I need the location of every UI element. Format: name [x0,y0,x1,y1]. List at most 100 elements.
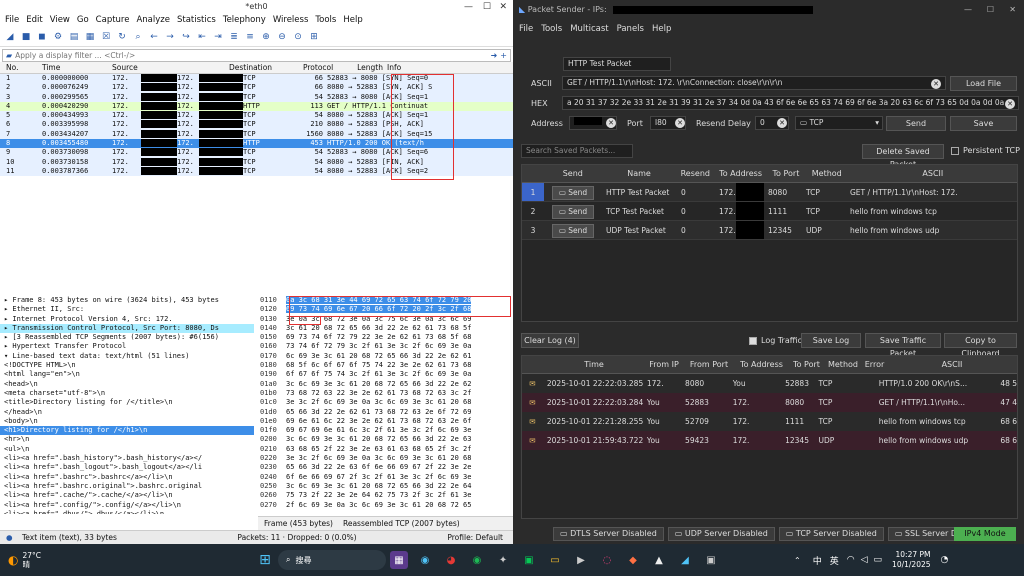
hex-row[interactable]: 0260 75 73 2f 22 3e 2e 64 62 75 73 2f 3c … [258,491,513,500]
save-button[interactable]: Save [950,116,1017,131]
shark-fin-icon[interactable]: ◢ [4,31,16,43]
detail-tree-item[interactable]: ▸ Hypertext Transfer Protocol [0,342,254,351]
resize-columns-icon[interactable]: ⊞ [308,31,320,43]
saved-header-resend[interactable]: Resend [676,165,714,182]
log-traffic-checkbox[interactable] [749,337,757,345]
first-packet-icon[interactable]: ⇤ [196,31,208,43]
weather-icon[interactable]: ◐ [8,553,18,567]
saved-packet-row[interactable]: 1 ▭ Send HTTP Test Packet 0 172. 8080 TCP GET /… [522,183,1017,202]
hex-row[interactable]: 01c0 3e 3c 2f 6c 69 3e 0a 3c 6c 69 3e 3c … [258,398,513,407]
widgets-icon[interactable]: ▦ [390,551,409,569]
goto-packet-icon[interactable]: ↪ [180,31,192,43]
detail-tree-item[interactable]: <!DOCTYPE HTML>\n [0,361,254,370]
detail-tree-item[interactable]: <li><a href=".bash_logout">.bash_logout<… [0,463,254,472]
tray-chevron-icon[interactable]: ⌃ [794,556,801,565]
terminal-2-icon[interactable]: ▣ [702,551,720,569]
menu-tools[interactable]: Tools [315,14,336,27]
hex-row[interactable]: 0150 69 73 74 6f 72 79 22 3e 2e 62 61 73 … [258,333,513,342]
detail-tree-item[interactable]: <li><a href=".cache/">.cache/</a></li>\n [0,491,254,500]
detail-tree-item[interactable]: <meta charset="utf-8">\n [0,389,254,398]
clear-hex-icon[interactable]: ✕ [1005,99,1015,109]
minimize-icon[interactable]: — [964,0,972,20]
saved-header-send[interactable]: Send [544,165,602,182]
last-packet-icon[interactable]: ⇥ [212,31,224,43]
stop-capture-icon[interactable]: ■ [20,31,32,43]
menu-telephony[interactable]: Telephony [223,14,266,27]
log-header-from-port[interactable]: From Port [684,356,734,373]
menu-file[interactable]: File [5,14,19,27]
maximize-icon[interactable]: ☐ [987,0,994,20]
close-file-icon[interactable]: ☒ [100,31,112,43]
hex-row[interactable]: 01b0 73 68 72 63 22 3e 2e 62 61 73 68 72 … [258,389,513,398]
detail-tree-item[interactable]: ▸ [3 Reassembled TCP Segments (2007 byte… [0,333,254,342]
options-gear-icon[interactable]: ⚙ [52,31,64,43]
restart-capture-icon[interactable]: ◼ [36,31,48,43]
server-status-tcp[interactable]: ▭ TCP Server Disabled [778,527,884,541]
log-header-error[interactable]: Error [862,356,887,373]
clock-date[interactable]: 10/1/2025 [892,560,930,570]
server-status-dtls[interactable]: ▭ DTLS Server Disabled [553,527,664,541]
saved-send-button[interactable]: ▭ Send [551,186,595,200]
copilot-icon[interactable]: ✦ [494,551,512,569]
log-header-to-address[interactable]: To Address [734,356,789,373]
menu-wireless[interactable]: Wireless [273,14,309,27]
battery-icon[interactable]: ▭ [874,555,883,565]
autoscroll-icon[interactable]: ≣ [228,31,240,43]
send-button[interactable]: Send [886,116,946,131]
linux-tux-icon[interactable]: ▲ [650,551,668,569]
detail-tree-item[interactable]: </head>\n [0,408,254,417]
save-file-icon[interactable]: ▦ [84,31,96,43]
hex-input[interactable]: a 20 31 37 32 2e 33 31 2e 31 39 31 2e 37… [562,96,1019,110]
detail-tree-item[interactable]: ▾ Line-based text data: text/html (51 li… [0,352,254,361]
hex-row[interactable]: 01d0 65 66 3d 22 2e 62 61 73 68 72 63 2e … [258,408,513,417]
hex-row[interactable]: 0220 3e 3c 2f 6c 69 3e 0a 3c 6c 69 3e 3c … [258,454,513,463]
save-log-button[interactable]: Save Log [801,333,861,348]
persistent-tcp-checkbox[interactable] [951,147,959,155]
clear-address-icon[interactable]: ✕ [606,118,616,128]
edge-browser-icon[interactable]: ◉ [416,551,434,569]
saved-header-to-port[interactable]: To Port [767,165,805,182]
server-status-udp[interactable]: ▭ UDP Server Disabled [667,527,775,541]
detail-tree-item[interactable]: <ul>\n [0,445,254,454]
status-profile[interactable]: Profile: Default [382,531,513,544]
hex-row[interactable]: 01e0 69 6e 61 6c 22 3e 2e 62 61 73 68 72 … [258,417,513,426]
notification-bell-icon[interactable]: ◔ [941,555,949,565]
line-icon[interactable]: ▣ [520,551,538,569]
ascii-input[interactable]: GET / HTTP/1.1\r\nHost: 172. \r\nConnect… [562,76,946,90]
ps-menu-multicast[interactable]: Multicast [570,20,608,38]
hex-row[interactable]: 01f0 69 67 69 6e 61 6c 3c 2f 61 3e 3c 2f … [258,426,513,435]
zoom-in-icon[interactable]: ⊕ [260,31,272,43]
detail-tree-item[interactable]: ▸ Ethernet II, Src: [0,305,254,314]
detail-tree-item[interactable]: <li><a href=".bashrc.original">.bashrc.o… [0,482,254,491]
status-ready-icon[interactable]: ● [0,531,22,544]
apply-filter-arrow-icon[interactable]: ➜ [491,51,498,60]
log-header-method[interactable]: Method [824,356,862,373]
log-header-from-ip[interactable]: From IP [644,356,684,373]
zoom-reset-icon[interactable]: ⊙ [292,31,304,43]
clear-resend-icon[interactable]: ✕ [777,118,787,128]
packet-name-field[interactable]: HTTP Test Packet [563,57,671,71]
copy-to-clipboard-button[interactable]: Copy to Clipboard [944,333,1017,358]
hex-row[interactable]: 0140 3c 61 20 68 72 65 66 3d 22 2e 62 61 … [258,324,513,333]
close-icon[interactable]: ✕ [499,0,507,14]
reload-icon[interactable]: ↻ [116,31,128,43]
clear-log-button[interactable]: Clear Log (4) [521,333,579,348]
load-file-button[interactable]: Load File [950,76,1017,91]
log-header-ascii[interactable]: ASCII [887,356,1017,373]
menu-help[interactable]: Help [343,14,362,27]
detail-tree-item[interactable]: <head>\n [0,380,254,389]
log-row[interactable]: ✉ 2025-10-01 22:22:03.284 You 52883 172. 8080… [522,393,1017,412]
ps-menu-file[interactable]: File [519,20,533,38]
log-row[interactable]: ✉ 2025-10-01 22:22:03.285 172. 8080 You 52883… [522,374,1017,393]
delete-saved-button[interactable]: Delete Saved Packet [862,144,944,169]
column-header-source[interactable]: Source [112,62,229,73]
hex-row[interactable]: 01a0 3c 6c 69 3e 3c 61 20 68 72 65 66 3d … [258,380,513,389]
clock-time[interactable]: 10:27 PM [892,550,931,560]
saved-packet-row[interactable]: 2 ▭ Send TCP Test Packet 0 172. 1111 TCP hello … [522,202,1017,221]
menu-analyze[interactable]: Analyze [136,14,170,27]
tab-frame-bytes[interactable]: Frame (453 bytes) [264,517,333,530]
detail-tree-item[interactable]: <li><a href=".bashrc">.bashrc</a></li>\n [0,473,254,482]
hex-row[interactable]: 0170 6c 69 3e 3c 61 20 68 72 65 66 3d 22 … [258,352,513,361]
open-file-icon[interactable]: ▤ [68,31,80,43]
log-header-time[interactable]: Time [544,356,644,373]
